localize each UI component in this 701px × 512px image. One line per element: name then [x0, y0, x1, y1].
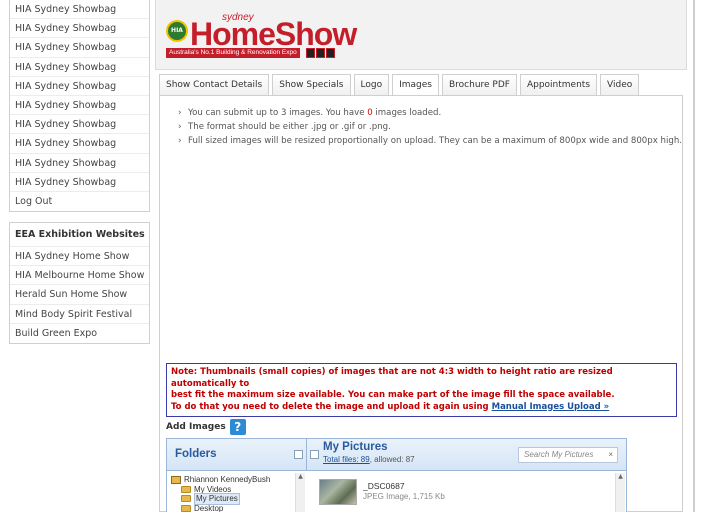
folders-title: Folders [175, 448, 217, 460]
note-line: Note: Thumbnails (small copies) of image… [171, 367, 613, 389]
tab-logo[interactable]: Logo [353, 74, 390, 96]
sidebar-item-showbag[interactable]: HIA Sydney Showbag [10, 58, 149, 77]
exhibition-websites-heading: EEA Exhibition Websites [10, 223, 149, 248]
folder-icon [181, 485, 191, 493]
file-meta: JPEG Image, 1,715 Kb [363, 492, 445, 501]
pictures-title: My Pictures [323, 441, 388, 453]
note-line: best fit the maximum size available. You… [171, 390, 615, 400]
tool-icon [306, 48, 315, 58]
folders-header: Folders [167, 439, 307, 471]
logo-tagline: Australia's No.1 Building & Renovation E… [166, 48, 300, 58]
tab-show-specials[interactable]: Show Specials [272, 74, 351, 96]
exhibition-websites-menu: EEA Exhibition Websites HIA Sydney Home … [9, 222, 150, 344]
select-all-checkbox[interactable] [310, 450, 319, 459]
sidebar-item-showbag[interactable]: HIA Sydney Showbag [10, 0, 149, 20]
sidebar-item-showbag[interactable]: HIA Sydney Showbag [10, 19, 149, 39]
file-browser: Folders My Pictures Total files: 89, all… [166, 438, 627, 512]
folders-scrollbar[interactable]: ▲ [295, 473, 305, 512]
house-icon [316, 48, 325, 58]
thumbnail-note: Note: Thumbnails (small copies) of image… [166, 363, 677, 417]
hia-badge-icon: HIA [166, 20, 188, 42]
sidebar-item-mind-body-spirit[interactable]: Mind Body Spirit Festival [10, 305, 149, 324]
sidebar-item-herald-sun[interactable]: Herald Sun Home Show [10, 285, 149, 305]
main-panel: HIA sydney HomeShow Australia's No.1 Bui… [155, 0, 687, 512]
sidebar-item-hia-sydney[interactable]: HIA Sydney Home Show [10, 247, 149, 267]
tab-bar: Show Contact Details Show Specials Logo … [159, 74, 640, 96]
sidebar-item-showbag[interactable]: HIA Sydney Showbag [10, 115, 149, 135]
sidebar-item-build-green[interactable]: Build Green Expo [10, 324, 149, 343]
image-thumbnail[interactable] [319, 479, 357, 505]
tab-images[interactable]: Images [392, 74, 439, 96]
sidebar-item-logout[interactable]: Log Out [10, 192, 149, 211]
images-tab-content: You can submit up to 3 images. You have … [159, 95, 683, 512]
pictures-header: My Pictures Total files: 89, allowed: 87… [307, 439, 626, 471]
sidebar-item-showbag[interactable]: HIA Sydney Showbag [10, 96, 149, 116]
scroll-up-icon[interactable]: ▲ [296, 473, 305, 481]
pictures-scrollbar[interactable]: ▲ [615, 473, 625, 512]
collapse-folders-icon[interactable] [294, 450, 303, 459]
folder-icon [181, 495, 191, 503]
showbag-menu: HIA Sydney Showbag HIA Sydney Showbag HI… [9, 0, 150, 213]
file-item[interactable]: _DSC0687 JPEG Image, 1,715 Kb [319, 479, 445, 505]
instruction-image-count: You can submit up to 3 images. You have … [178, 106, 682, 120]
add-images-heading: Add Images ? [166, 419, 246, 435]
tree-item-desktop[interactable]: Desktop [171, 504, 291, 512]
image-instructions: You can submit up to 3 images. You have … [178, 106, 682, 148]
instruction-format: The format should be either .jpg or .gif… [178, 120, 682, 134]
scroll-up-icon[interactable]: ▲ [616, 473, 625, 481]
instruction-resize: Full sized images will be resized propor… [178, 134, 682, 148]
home-show-logo[interactable]: HIA sydney HomeShow Australia's No.1 Bui… [166, 12, 362, 58]
search-pictures-input[interactable]: Search My Pictures × [518, 447, 618, 463]
tab-brochure-pdf[interactable]: Brochure PDF [441, 74, 517, 96]
left-sidebar: HIA Sydney Showbag HIA Sydney Showbag HI… [9, 0, 150, 344]
sidebar-item-showbag[interactable]: HIA Sydney Showbag [10, 154, 149, 173]
clear-search-icon[interactable]: × [608, 448, 613, 462]
tab-show-contact-details[interactable]: Show Contact Details [159, 74, 270, 96]
total-files-link[interactable]: Total files: 89 [323, 455, 370, 464]
tab-appointments[interactable]: Appointments [519, 74, 598, 96]
note-line: To do that you need to delete the image … [171, 401, 610, 412]
file-name: _DSC0687 [363, 481, 405, 491]
logo-tool-icons [306, 48, 335, 58]
page-right-border [693, 0, 695, 512]
manual-images-upload-link[interactable]: Manual Images Upload » [492, 402, 610, 412]
sidebar-item-showbag[interactable]: HIA Sydney Showbag [10, 134, 149, 154]
file-count: Total files: 89, allowed: 87 [323, 455, 415, 464]
building-icon [326, 48, 335, 58]
header: HIA sydney HomeShow Australia's No.1 Bui… [155, 0, 687, 70]
sidebar-item-showbag[interactable]: HIA Sydney Showbag [10, 173, 149, 192]
tab-video[interactable]: Video [600, 74, 640, 96]
sidebar-item-hia-melbourne[interactable]: HIA Melbourne Home Show [10, 266, 149, 286]
sidebar-item-showbag[interactable]: HIA Sydney Showbag [10, 38, 149, 58]
folder-icon [181, 504, 191, 512]
tree-item-user[interactable]: Rhiannon KennedyBush [171, 475, 291, 485]
help-icon[interactable]: ? [229, 419, 246, 435]
user-folder-icon [171, 475, 181, 484]
folder-tree: Rhiannon KennedyBush My Videos My Pictur… [171, 475, 291, 512]
tree-item-my-pictures[interactable]: My Pictures [171, 493, 291, 505]
logo-wordmark: HomeShow [190, 16, 357, 52]
sidebar-item-showbag[interactable]: HIA Sydney Showbag [10, 77, 149, 96]
add-images-label: Add Images [166, 422, 226, 432]
